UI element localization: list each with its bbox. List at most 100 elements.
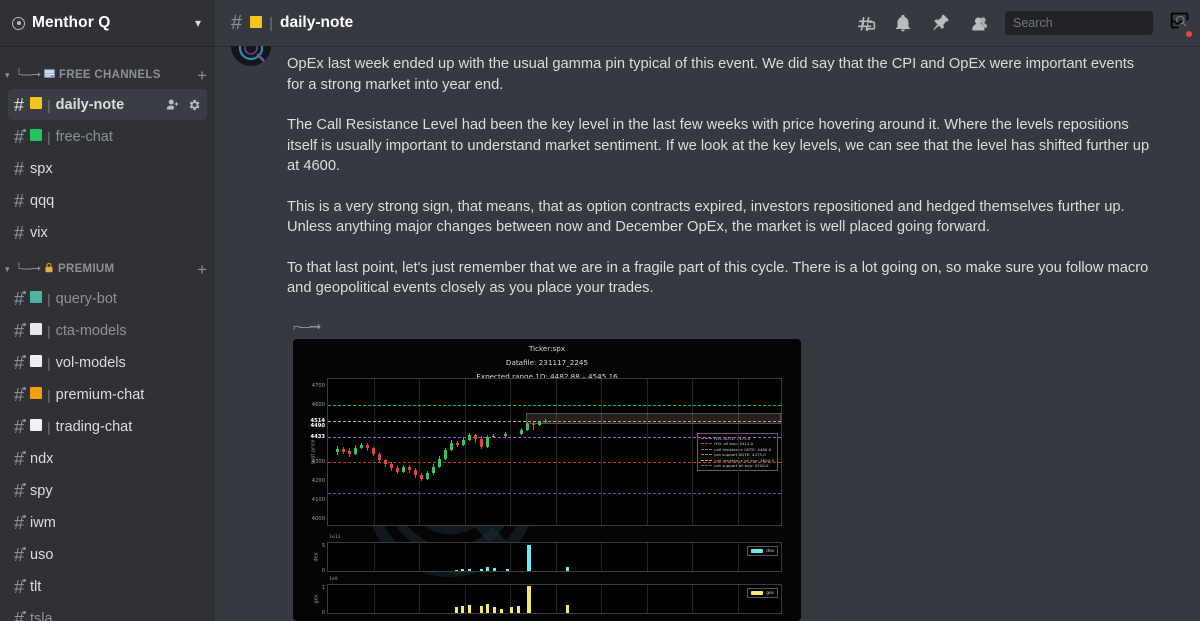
bar (527, 545, 531, 571)
bar (486, 567, 489, 571)
sidebar-item-tsla[interactable]: # tsla (8, 603, 207, 621)
channel-separator: | (47, 128, 51, 145)
chevron-down-icon[interactable]: ▾ (5, 264, 15, 274)
gridline-vertical (464, 542, 466, 571)
candlestick (492, 433, 495, 439)
candlestick (526, 421, 529, 432)
search-box[interactable] (1005, 11, 1187, 35)
channel-separator: | (47, 290, 51, 307)
category-free-channels[interactable]: ▾ └⎯⎯➞ FREE CHANNELS + (0, 62, 215, 88)
message-paragraphs: OpEx last week ended up with the usual g… (287, 54, 1152, 299)
bar (455, 569, 458, 571)
subplot-legend: gex (747, 587, 778, 598)
sidebar-item-qqq[interactable]: # qqq (8, 185, 207, 216)
candlestick (414, 468, 417, 478)
sidebar-item-trading-chat[interactable]: # | trading-chat (8, 411, 207, 442)
add-channel-button[interactable]: + (197, 261, 207, 278)
card-index-icon (44, 69, 56, 81)
sidebar-item-free-chat[interactable]: # | free-chat (8, 121, 207, 152)
category-premium[interactable]: ▾ └⎯⎯➞ PREMIUM + (0, 256, 215, 282)
candlestick (504, 432, 507, 438)
message-list[interactable]: OpEx last week ended up with the usual g… (215, 46, 1200, 621)
hash-icon: # (14, 158, 25, 179)
legend-swatch (700, 454, 712, 455)
sidebar-item-uso[interactable]: # uso (8, 539, 207, 570)
sidebar-item-ndx[interactable]: # ndx (8, 443, 207, 474)
sidebar-item-spy[interactable]: # spy (8, 475, 207, 506)
channel-list[interactable]: ▾ └⎯⎯➞ FREE CHANNELS + # | daily-note # | free-ch… (0, 46, 215, 621)
y-axis-title: gex (313, 593, 320, 604)
sidebar-item-label: vix (30, 224, 48, 241)
y-tick-label: 4300 (311, 458, 325, 465)
page-title: daily-note (280, 14, 354, 31)
candlestick (390, 462, 393, 472)
channel-separator: | (47, 418, 51, 435)
bar (461, 606, 464, 613)
sidebar-item-label: iwm (30, 514, 56, 531)
chevron-down-icon[interactable]: ▾ (195, 17, 201, 29)
sidebar-item-label: vol-models (55, 354, 126, 371)
robot-square-icon (30, 291, 43, 306)
add-member-icon[interactable] (165, 97, 180, 112)
sidebar-item-iwm[interactable]: # iwm (8, 507, 207, 538)
gridline-vertical (737, 542, 739, 571)
server-header[interactable]: Menthor Q ▾ (0, 0, 215, 46)
legend-label: gex (766, 590, 774, 595)
hash-icon: # (14, 126, 27, 147)
avatar[interactable] (231, 46, 271, 66)
sidebar-item-label: cta-models (55, 322, 127, 339)
lock-icon (44, 262, 54, 276)
sidebar-item-spx[interactable]: # spx (8, 153, 207, 184)
axis-exponent-label: 1e11 (329, 534, 341, 540)
hash-icon: # (14, 448, 27, 469)
inbox-badge-dot (1185, 30, 1193, 38)
sidebar-item-cta-models[interactable]: # | cta-models (8, 315, 207, 346)
sidebar-item-vix[interactable]: # vix (8, 217, 207, 248)
bar (461, 569, 464, 571)
candlestick (532, 422, 535, 430)
bar (468, 605, 471, 613)
channel-sidebar: Menthor Q ▾ ▾ └⎯⎯➞ FREE CHANNELS + # | daily-n… (0, 0, 215, 621)
gridline-vertical (464, 378, 466, 525)
gridline-vertical (510, 378, 511, 525)
members-icon[interactable] (967, 13, 988, 34)
orange-square-icon (30, 387, 43, 402)
add-channel-button[interactable]: + (197, 67, 207, 84)
message-paragraph: To that last point, let's just remember … (287, 259, 1149, 297)
sidebar-item-label: qqq (30, 192, 55, 209)
candlestick (384, 458, 387, 467)
candlestick (378, 452, 381, 463)
chart-attachment[interactable]: Ticker:spx Datafile: 231117_2245 Expecte… (293, 338, 801, 621)
green-square-icon (30, 129, 43, 144)
gridline-vertical (419, 542, 420, 571)
pin-icon[interactable] (930, 13, 950, 33)
candlestick (486, 434, 489, 449)
sidebar-item-query-bot[interactable]: # | query-bot (8, 283, 207, 314)
search-input[interactable] (1013, 16, 1174, 30)
y-tick-label: 0 (321, 609, 325, 616)
hash-icon: # (14, 352, 27, 373)
legend-swatch (700, 459, 712, 461)
sidebar-item-vol-models[interactable]: # | vol-models (8, 347, 207, 378)
chart-subtitle: Datafile: 231117_2245 (505, 357, 589, 367)
settings-icon[interactable] (187, 98, 201, 112)
bar (510, 606, 513, 613)
sidebar-item-tlt[interactable]: # tlt (8, 571, 207, 602)
channel-separator: | (47, 354, 51, 371)
hash-icon: # (14, 190, 25, 211)
bell-icon[interactable] (893, 13, 913, 33)
chevron-down-icon[interactable]: ▾ (5, 70, 15, 80)
y-tick-label: 4100 (311, 496, 325, 503)
sidebar-item-label: query-bot (55, 290, 117, 307)
sidebar-item-premium-chat[interactable]: # | premium-chat (8, 379, 207, 410)
category-label: PREMIUM (58, 263, 115, 275)
hash-icon: # (231, 12, 243, 34)
channel-separator: | (47, 322, 51, 339)
threads-icon[interactable] (856, 13, 876, 33)
inbox-icon[interactable] (1169, 10, 1193, 38)
sidebar-item-daily-note[interactable]: # | daily-note (8, 89, 207, 120)
gridline-vertical (646, 378, 648, 525)
channel-emoji-icon (250, 15, 263, 31)
legend-label: call resistance 0DTE: 4480.0 (714, 446, 772, 452)
hash-icon: # (14, 512, 27, 533)
